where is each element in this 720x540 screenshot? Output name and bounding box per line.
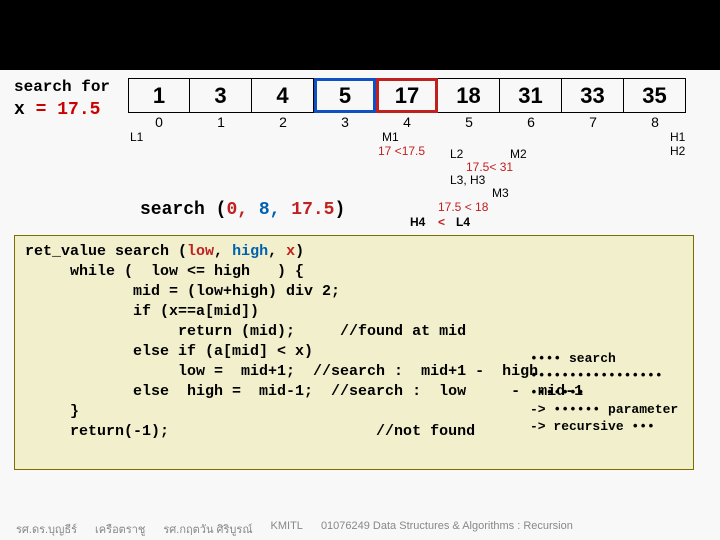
footer-institution: KMITL xyxy=(271,520,303,538)
x-eq: = xyxy=(36,100,47,120)
annotation-cmp1: 17 <17.5 xyxy=(378,144,425,158)
array-index: 8 xyxy=(624,114,686,130)
slide-body: search for x = 17.5 1 3 4 5 17 18 31 33 … xyxy=(0,70,720,78)
annotation-lt: < xyxy=(438,215,445,229)
annotation-H1: H1 xyxy=(670,130,685,144)
x-val: 17.5 xyxy=(57,100,100,120)
sidenote-line: -> •••••• parameter xyxy=(530,401,720,418)
x-lhs: x xyxy=(14,100,25,120)
annotation-cmp3: 17.5 < 18 xyxy=(438,200,488,214)
annotation-H2: H2 xyxy=(670,144,685,158)
label-x-equals: x = 17.5 xyxy=(14,100,100,120)
footer-author3: รศ.กฤตวัน ศิริบูรณ์ xyxy=(163,520,252,538)
code-text: ) xyxy=(295,243,304,260)
annotation-L3H3: L3, H3 xyxy=(450,173,485,187)
search-call: search (0, 8, 17.5) xyxy=(140,200,345,220)
title-blackbar xyxy=(0,0,720,70)
code-line: ret_value search (low, high, x) xyxy=(25,242,683,262)
annotation-M2: M2 xyxy=(510,147,527,161)
footer-author2: เครือตราชู xyxy=(95,520,145,538)
annotation-L2: L2 xyxy=(450,147,463,161)
code-param-x: x xyxy=(286,243,295,260)
sidenote-line: •••• search xyxy=(530,350,720,367)
array-index: 2 xyxy=(252,114,314,130)
call-arg-high: 8, xyxy=(259,200,281,220)
code-param-high: high xyxy=(232,243,268,260)
code-param-low: low xyxy=(187,243,214,260)
array-index: 3 xyxy=(314,114,376,130)
array-cell: 5 xyxy=(314,78,376,113)
array-cell: 1 xyxy=(128,78,190,113)
footer: รศ.ดร.บุญธีร์ เครือตราชู รศ.กฤตวัน ศิริบ… xyxy=(0,520,720,538)
array-cell: 3 xyxy=(190,78,252,113)
side-note: •••• search ••••••••••••••••• ••••••• ->… xyxy=(530,350,720,435)
code-line: mid = (low+high) div 2; xyxy=(25,282,683,302)
annotation-L1: L1 xyxy=(130,130,143,144)
array-index: 0 xyxy=(128,114,190,130)
array-cell: 31 xyxy=(500,78,562,113)
annotation-L4: L4 xyxy=(456,215,470,229)
sidenote-line: ••••••••••••••••• xyxy=(530,367,720,384)
array-cell-highlighted: 17 xyxy=(376,78,438,113)
array-cell: 18 xyxy=(438,78,500,113)
code-text: search ( xyxy=(115,243,187,260)
annotation-cmp2: 17.5< 31 xyxy=(466,160,513,174)
call-arg-low: 0, xyxy=(226,200,248,220)
array-cell: 35 xyxy=(624,78,686,113)
array-index: 6 xyxy=(500,114,562,130)
call-close: ) xyxy=(335,200,346,220)
array-index: 5 xyxy=(438,114,500,130)
code-line: return (mid); //found at mid xyxy=(25,322,683,342)
sidenote-line: -> recursive ••• xyxy=(530,418,720,435)
code-line: if (x==a[mid]) xyxy=(25,302,683,322)
annotation-M3: M3 xyxy=(492,186,509,200)
index-row: 0 1 2 3 4 5 6 7 8 xyxy=(128,114,686,130)
array-cell: 4 xyxy=(252,78,314,113)
array-row: 1 3 4 5 17 18 31 33 35 xyxy=(128,78,686,113)
footer-course: 01076249 Data Structures & Algorithms : … xyxy=(321,520,573,538)
label-search-for: search for xyxy=(14,78,110,96)
code-text: , xyxy=(214,243,232,260)
code-line: while ( low <= high ) { xyxy=(25,262,683,282)
annotation-H4: H4 xyxy=(410,215,425,229)
call-arg-x: 17.5 xyxy=(291,200,334,220)
code-text: ret_value xyxy=(25,243,115,260)
array-index: 1 xyxy=(190,114,252,130)
annotation-M1: M1 xyxy=(382,130,399,144)
call-open: ( xyxy=(216,200,227,220)
code-text: , xyxy=(268,243,286,260)
array-index: 4 xyxy=(376,114,438,130)
sidenote-line: ••••••• xyxy=(530,384,720,401)
call-name: search xyxy=(140,200,205,220)
array-index: 7 xyxy=(562,114,624,130)
array-cell: 33 xyxy=(562,78,624,113)
footer-author1: รศ.ดร.บุญธีร์ xyxy=(16,520,77,538)
